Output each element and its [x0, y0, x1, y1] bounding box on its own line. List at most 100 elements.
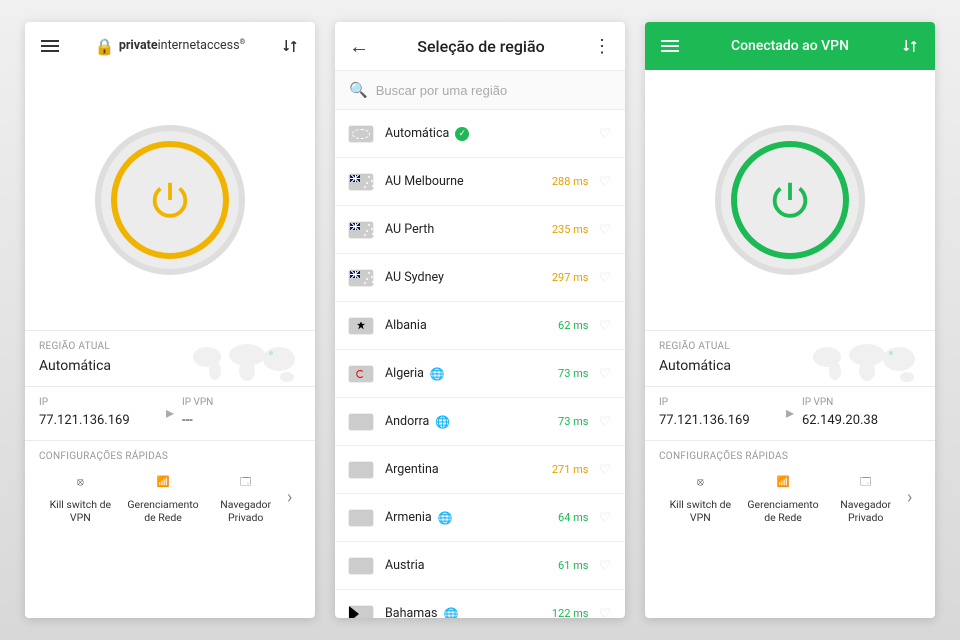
region-name: Albania [385, 318, 558, 333]
network-icon: 📶 [126, 470, 201, 494]
sort-icon[interactable] [899, 37, 921, 55]
heart-icon[interactable]: ♡ [598, 462, 611, 478]
browser-icon: 🗔 [208, 470, 283, 494]
topbar: Conectado ao VPN [645, 22, 935, 70]
ip-label: IP [659, 397, 778, 408]
flag-icon [349, 366, 373, 382]
region-row[interactable]: Andorra🌐73 ms♡ [335, 398, 625, 446]
menu-icon[interactable] [659, 37, 681, 55]
heart-icon[interactable]: ♡ [598, 606, 611, 619]
heart-icon[interactable]: ♡ [598, 510, 611, 526]
back-icon[interactable]: ← [349, 34, 369, 59]
quick-browser[interactable]: 🗔 Navegador Privado [824, 470, 907, 524]
flag-icon [349, 558, 373, 574]
globe-icon: 🌐 [435, 415, 450, 429]
flag-icon [349, 174, 373, 190]
quick-network[interactable]: 📶 Gerenciamento de Rede [122, 470, 205, 524]
quick-browser[interactable]: 🗔 Navegador Privado [204, 470, 287, 524]
ipvpn-value: 62.149.20.38 [802, 413, 921, 428]
ipvpn-value: --- [182, 413, 301, 428]
region-name: Bahamas🌐 [385, 606, 552, 618]
region-row[interactable]: AU Sydney297 ms ♡ [335, 254, 625, 302]
power-icon [147, 177, 193, 223]
quick-label: CONFIGURAÇÕES RÁPIDAS [659, 451, 921, 462]
menu-icon[interactable] [39, 37, 61, 55]
ip-col: IP 77.121.136.169 [39, 397, 158, 428]
power-button[interactable] [715, 125, 865, 275]
power-area [645, 70, 935, 330]
chevron-right-icon[interactable]: › [287, 487, 301, 508]
screen-connected: Conectado ao VPN REGIÃO ATUAL Automática [645, 22, 935, 618]
flag-icon [349, 462, 373, 478]
topbar-title: Conectado ao VPN [731, 38, 849, 54]
region-row[interactable]: AU Melbourne288 ms ♡ [335, 158, 625, 206]
heart-icon[interactable]: ♡ [598, 414, 611, 430]
ping-value: 288 ms [552, 175, 589, 188]
globe-icon: 🌐 [438, 511, 453, 525]
robot-icon: 🔒 [95, 37, 115, 56]
ping-value: 271 ms [552, 463, 589, 476]
topbar: ← Seleção de região ⋮ [335, 22, 625, 70]
screen-disconnected: 🔒 privateinternetaccess® REGIÃO ATUAL Au… [25, 22, 315, 618]
region-row[interactable]: Automática✓ ♡ [335, 110, 625, 158]
world-map-icon [185, 339, 305, 387]
globe-icon: 🌐 [430, 367, 445, 381]
region-name: AU Melbourne [385, 174, 552, 189]
quick-settings: CONFIGURAÇÕES RÁPIDAS ⦻ Kill switch de V… [645, 440, 935, 536]
heart-icon[interactable]: ♡ [598, 270, 611, 286]
ip-value: 77.121.136.169 [659, 413, 778, 428]
brand-logo: 🔒 privateinternetaccess® [95, 37, 245, 56]
region-name: Andorra🌐 [385, 414, 558, 429]
flag-icon [349, 126, 373, 142]
killswitch-icon: ⦻ [43, 470, 118, 494]
heart-icon[interactable]: ♡ [598, 366, 611, 382]
ip-block: IP 77.121.136.169 ▸ IP VPN 62.149.20.38 [645, 386, 935, 440]
heart-icon[interactable]: ♡ [598, 174, 611, 190]
heart-icon[interactable]: ♡ [598, 126, 611, 142]
region-row[interactable]: Algeria🌐73 ms♡ [335, 350, 625, 398]
more-icon[interactable]: ⋮ [593, 36, 611, 57]
ping-value: 297 ms [552, 271, 589, 284]
sort-icon[interactable] [279, 37, 301, 55]
region-row[interactable]: Armenia🌐64 ms♡ [335, 494, 625, 542]
ip-label: IP [39, 397, 158, 408]
arrow-icon: ▸ [158, 403, 182, 422]
region-row[interactable]: Argentina271 ms♡ [335, 446, 625, 494]
ping-value: 62 ms [558, 319, 588, 332]
flag-icon [349, 606, 373, 619]
quick-label: CONFIGURAÇÕES RÁPIDAS [39, 451, 301, 462]
heart-icon[interactable]: ♡ [598, 558, 611, 574]
region-name: Automática✓ [385, 126, 588, 141]
flag-icon [349, 414, 373, 430]
quick-killswitch[interactable]: ⦻ Kill switch de VPN [39, 470, 122, 524]
region-block[interactable]: REGIÃO ATUAL Automática [645, 330, 935, 386]
flag-icon [349, 510, 373, 526]
chevron-right-icon[interactable]: › [907, 487, 921, 508]
region-name: AU Perth [385, 222, 552, 237]
region-list: Automática✓♡AU Melbourne288 ms♡AU Perth2… [335, 110, 625, 618]
region-name: Armenia🌐 [385, 510, 558, 525]
ip-block: IP 77.121.136.169 ▸ IP VPN --- [25, 386, 315, 440]
region-row[interactable]: AU Perth235 ms ♡ [335, 206, 625, 254]
brand-bold: private [119, 39, 158, 54]
page-title: Seleção de região [417, 37, 544, 56]
region-row[interactable]: Bahamas🌐122 ms♡ [335, 590, 625, 618]
region-name: Algeria🌐 [385, 366, 558, 381]
quick-killswitch[interactable]: ⦻ Kill switch de VPN [659, 470, 742, 524]
region-name: Austria [385, 558, 558, 573]
search-row[interactable]: 🔍 [335, 70, 625, 110]
search-input[interactable] [376, 83, 611, 98]
heart-icon[interactable]: ♡ [598, 318, 611, 334]
region-row[interactable]: Austria61 ms♡ [335, 542, 625, 590]
network-icon: 📶 [746, 470, 821, 494]
region-name: AU Sydney [385, 270, 552, 285]
ip-col: IP 77.121.136.169 [659, 397, 778, 428]
heart-icon[interactable]: ♡ [598, 222, 611, 238]
region-row[interactable]: Albania62 ms ♡ [335, 302, 625, 350]
region-block[interactable]: REGIÃO ATUAL Automática [25, 330, 315, 386]
power-button[interactable] [95, 125, 245, 275]
check-icon: ✓ [455, 127, 469, 141]
ip-value: 77.121.136.169 [39, 413, 158, 428]
quick-network[interactable]: 📶 Gerenciamento de Rede [742, 470, 825, 524]
ping-value: 235 ms [552, 223, 589, 236]
